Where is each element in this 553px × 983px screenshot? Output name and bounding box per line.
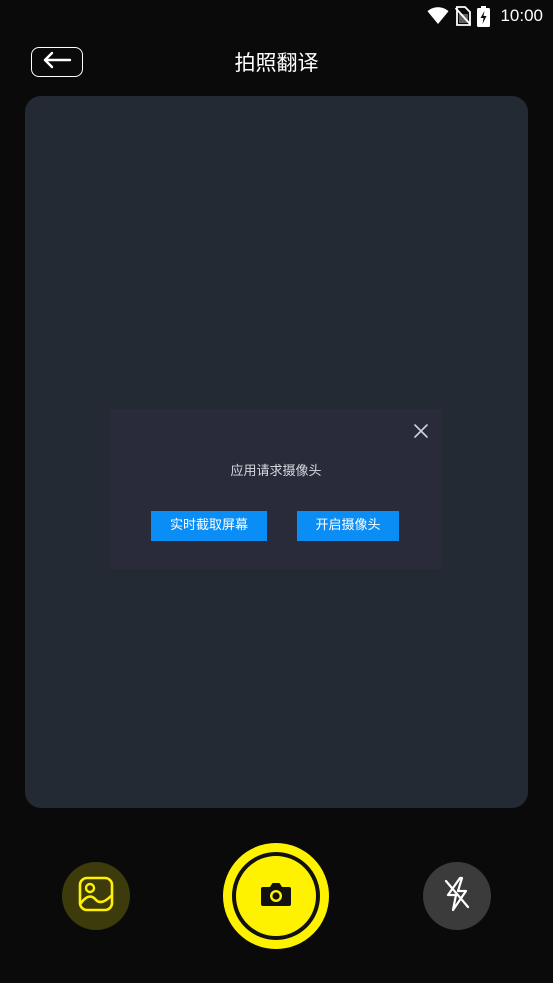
flash-off-icon	[441, 876, 473, 916]
page-title: 拍照翻译	[234, 51, 319, 75]
battery-charging-icon	[477, 5, 491, 27]
shutter-ring	[232, 852, 320, 940]
no-sim-icon	[455, 6, 472, 26]
screen-capture-button[interactable]: 实时截取屏幕	[151, 511, 267, 541]
open-camera-button[interactable]: 开启摄像头	[297, 511, 399, 541]
wifi-icon	[427, 7, 449, 25]
status-time: 10:00	[500, 6, 543, 25]
camera-icon	[260, 881, 292, 911]
shutter-button[interactable]	[223, 843, 329, 949]
dialog-message: 应用请求摄像头	[230, 464, 322, 479]
image-gallery-icon	[78, 876, 114, 916]
status-icons: 10:00	[427, 4, 543, 28]
flash-button[interactable]	[423, 862, 491, 930]
close-icon[interactable]	[412, 422, 430, 440]
status-bar: 10:00	[0, 0, 553, 32]
camera-permission-dialog: 应用请求摄像头 实时截取屏幕 开启摄像头	[110, 409, 442, 569]
gallery-button[interactable]	[62, 862, 130, 930]
